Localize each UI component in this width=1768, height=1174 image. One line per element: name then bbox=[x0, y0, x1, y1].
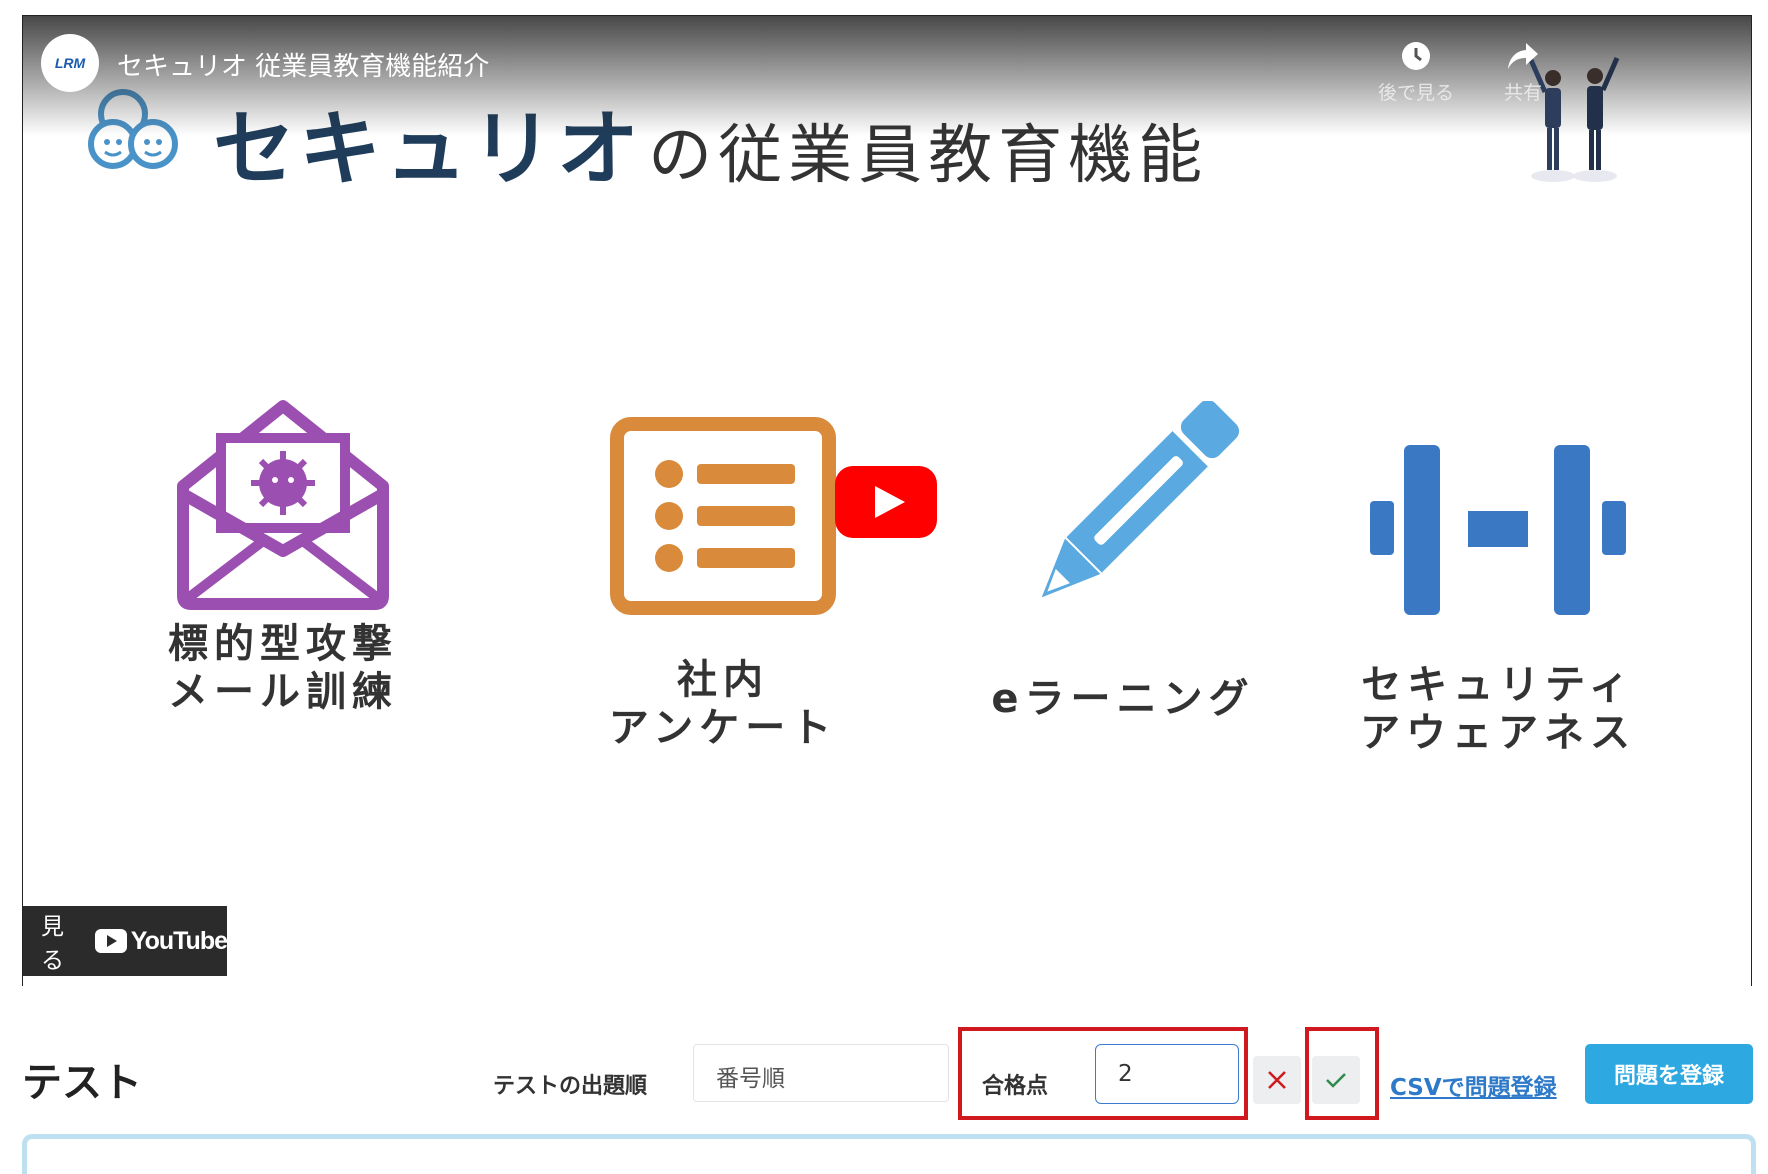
section-title: テスト bbox=[22, 1060, 142, 1106]
checklist-icon bbox=[610, 417, 836, 615]
feature-caption-line2: アウェアネス bbox=[1360, 710, 1636, 756]
share-arrow-icon bbox=[1478, 36, 1568, 76]
register-question-button[interactable]: 問題を登録 bbox=[1585, 1044, 1753, 1104]
watch-later-label: 後で見る bbox=[1377, 82, 1454, 104]
envelope-virus-icon bbox=[177, 400, 389, 610]
feature-caption-line1: 社内 bbox=[677, 657, 769, 703]
check-icon bbox=[1326, 1073, 1346, 1088]
pass-score-input[interactable] bbox=[1095, 1044, 1239, 1104]
test-panel bbox=[22, 1134, 1756, 1174]
channel-avatar-text: LRM bbox=[54, 55, 86, 71]
confirm-button[interactable] bbox=[1312, 1056, 1360, 1104]
dumbbell-icon bbox=[1370, 445, 1626, 615]
feature-caption-line2: メール訓練 bbox=[168, 669, 398, 715]
question-order-select[interactable]: 番号順 bbox=[693, 1044, 949, 1102]
video-player[interactable]: セキュリオ の従業員教育機能 LRM セキュリオ 従業員教育機能紹介 後で見る bbox=[22, 15, 1752, 986]
close-icon bbox=[1268, 1071, 1286, 1089]
play-button[interactable] bbox=[835, 466, 937, 542]
clock-icon bbox=[1371, 36, 1461, 76]
pencil-icon bbox=[1041, 399, 1240, 598]
youtube-play-icon bbox=[835, 466, 937, 538]
channel-avatar[interactable]: LRM bbox=[41, 34, 99, 92]
feature-caption-line1: 標的型攻撃 bbox=[168, 621, 398, 667]
feature-internal-survey: 社内 アンケート bbox=[593, 416, 853, 752]
youtube-logo-icon: YouTube bbox=[94, 926, 228, 956]
feature-caption-line1: eラーニング bbox=[991, 676, 1255, 722]
share-label: 共有 bbox=[1503, 82, 1542, 104]
youtube-wordmark: YouTube bbox=[130, 926, 228, 955]
feature-security-awareness: セキュリティ アウェアネス bbox=[1353, 441, 1643, 757]
pass-score-label: 合格点 bbox=[982, 1074, 1049, 1099]
share-button[interactable]: 共有 bbox=[1478, 36, 1568, 105]
watch-on-youtube-button[interactable]: 見る YouTube bbox=[23, 906, 228, 976]
feature-caption-line2: アンケート bbox=[608, 705, 838, 751]
feature-phishing-training: 標的型攻撃 メール訓練 bbox=[153, 376, 413, 716]
cancel-button[interactable] bbox=[1253, 1056, 1301, 1104]
video-title[interactable]: セキュリオ 従業員教育機能紹介 bbox=[117, 46, 489, 83]
test-toolbar: テスト テストの出題順 番号順 合格点 CSVで問題登録 問題を登録 bbox=[0, 1010, 1768, 1120]
question-order-label: テストの出題順 bbox=[493, 1074, 648, 1099]
feature-caption-line1: セキュリティ bbox=[1361, 662, 1635, 708]
csv-register-link[interactable]: CSVで問題登録 bbox=[1390, 1068, 1557, 1102]
feature-e-learning: eラーニング bbox=[983, 399, 1263, 723]
watch-later-button[interactable]: 後で見る bbox=[1371, 36, 1461, 105]
watch-on-label: 見る bbox=[41, 914, 64, 974]
